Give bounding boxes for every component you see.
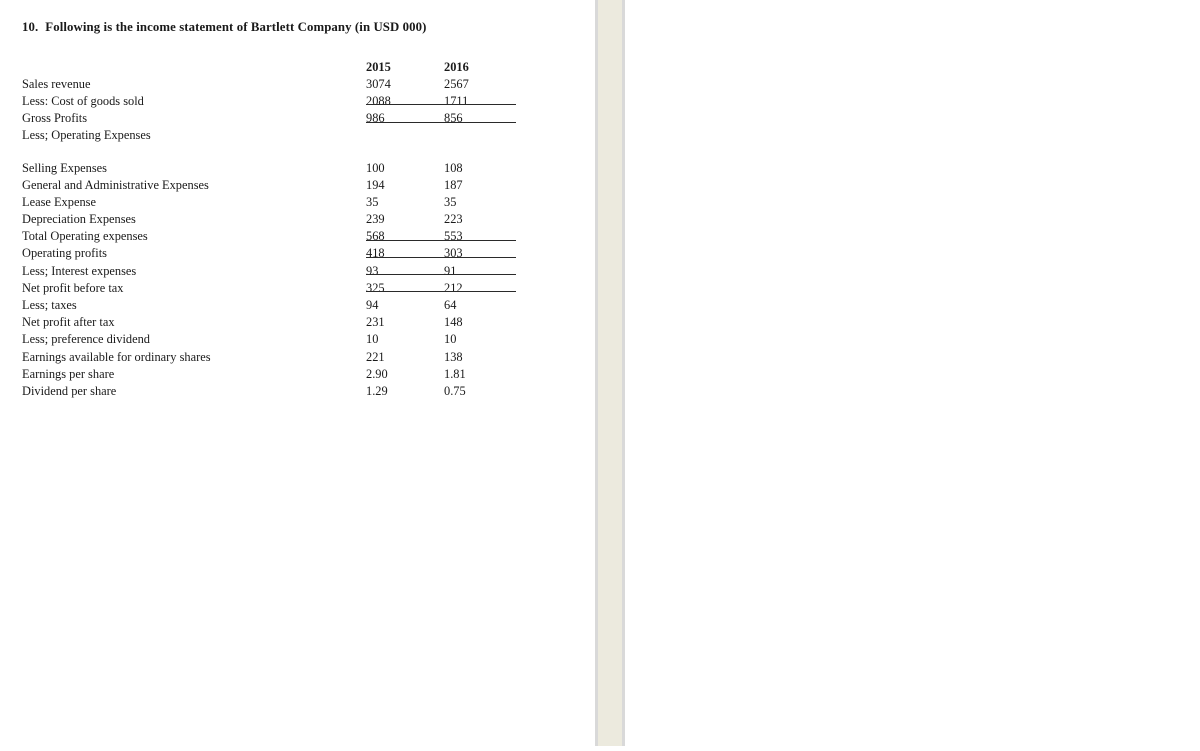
table-row: Less; taxes 94 64 [22,294,522,313]
table-row: Earnings per share 2.90 1.81 [22,363,522,381]
income-statement-table: 2015 2016 Sales revenue 3074 2567 Less: … [22,54,522,397]
table-row: Total Operating expenses 568 553 [22,226,522,243]
row-label: Total Operating expenses [22,229,148,244]
question-number: 10. [22,20,39,34]
row-value-2016: 856 [444,107,522,124]
row-value-2016: 91 [444,260,522,277]
row-value-2016: 1711 [444,90,522,107]
income-statement-header-row: 2015 2016 [22,54,522,73]
table-row: Net profit before tax 325 212 [22,277,522,294]
table-row: Less; Operating Expenses [22,125,522,142]
row-value-2015: 239 [366,212,385,227]
scanned-page-right: Barlett Company Balance Sheet (USD 000) … [625,0,1200,751]
row-value-2016: 212 [444,277,522,294]
row-label: Less; Interest expenses [22,263,137,278]
row-value-2015: 93 [366,260,444,277]
table-row: Sales revenue 3074 2567 [22,73,522,91]
table-row: Net profit after tax 231 148 [22,311,522,330]
row-label: Lease Expense [22,194,96,209]
row-value-2016 [444,125,522,142]
row-value-2015: 100 [366,160,385,175]
row-value-2015: 568 [366,226,444,243]
row-value-2015: 221 [366,349,385,364]
row-label: Net profit after tax [22,315,115,330]
row-value-2015: 2.90 [366,366,388,381]
row-label: Less; preference dividend [22,332,150,347]
row-label: Less; Operating Expenses [22,128,151,143]
row-value-2015: 35 [366,194,379,209]
table-row: Operating profits 418 303 [22,243,522,260]
row-label: Depreciation Expenses [22,212,136,227]
row-value-2016: 0.75 [444,383,466,398]
row-label: Less: Cost of goods sold [22,93,144,108]
table-row: Less: Cost of goods sold 2088 1711 [22,90,522,107]
table-row: Less; Interest expenses 93 91 [22,260,522,277]
question-heading: 10. Following is the income statement of … [22,20,427,35]
income-header-2015: 2015 [366,59,391,74]
row-label: Selling Expenses [22,160,108,175]
row-label: Dividend per share [22,383,117,398]
row-value-2015 [366,125,444,142]
row-label: Net profit before tax [22,280,124,295]
page-binding-gutter [595,0,625,746]
income-header-2016: 2016 [444,59,469,74]
row-label: Sales revenue [22,76,91,91]
row-value-2016: 10 [444,332,457,347]
row-value-2015: 231 [366,315,385,330]
row-label: Gross Profits [22,111,88,126]
row-value-2016: 138 [444,349,463,364]
row-value-2016: 35 [444,194,457,209]
table-row: Earnings available for ordinary shares 2… [22,346,522,363]
table-row: Depreciation Expenses 239 223 [22,208,522,227]
row-value-2015: 2088 [366,90,444,107]
row-value-2015: 10 [366,332,379,347]
question-text: Following is the income statement of Bar… [45,20,427,34]
row-value-2015: 3074 [366,76,391,91]
table-row: Less; preference dividend 10 10 [22,329,522,346]
row-value-2015: 1.29 [366,383,388,398]
row-label: Earnings per share [22,366,115,381]
row-label: Less; taxes [22,298,77,313]
table-row: Dividend per share 1.29 0.75 [22,380,522,398]
row-value-2015: 194 [366,177,385,192]
row-value-2015: 94 [366,298,379,313]
row-value-2016: 2567 [444,76,469,91]
table-spacer-row [22,142,522,157]
row-value-2015: 418 [366,243,444,260]
row-value-2015: 986 [366,107,444,124]
table-row: General and Administrative Expenses 194 … [22,174,522,191]
row-value-2016: 223 [444,212,463,227]
row-value-2016: 64 [444,298,457,313]
row-value-2016: 108 [444,160,463,175]
row-value-2016: 148 [444,315,463,330]
table-row: Selling Expenses 100 108 [22,157,522,174]
row-value-2016: 1.81 [444,366,466,381]
row-label: Earnings available for ordinary shares [22,349,211,364]
row-label: Operating profits [22,246,107,261]
row-value-2016: 303 [444,243,522,260]
table-row: Gross Profits 986 856 [22,107,522,124]
row-label: General and Administrative Expenses [22,177,209,192]
row-value-2015: 325 [366,277,444,294]
row-value-2016: 553 [444,226,522,243]
scanned-page-left: 10. Following is the income statement of … [0,0,595,751]
income-header-blank [22,54,366,73]
table-row: Lease Expense 35 35 [22,191,522,209]
row-value-2016: 187 [444,177,463,192]
